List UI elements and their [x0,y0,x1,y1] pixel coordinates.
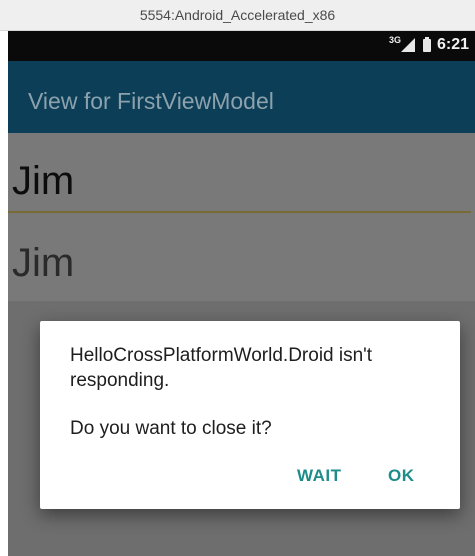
status-time: 6:21 [436,36,469,53]
edit-text-underline [8,211,471,213]
status-icons: 3G 6:21 [388,35,469,54]
emulator-screen: 3G 6:21 View for FirstViewModel Jim Jim … [8,31,475,556]
name-text-view: Jim [12,241,75,285]
dialog-question: Do you want to close it? [70,418,272,439]
battery-icon [422,36,431,52]
status-bar: 3G 6:21 [8,31,475,61]
signal-icon [400,38,415,52]
app-title: View for FirstViewModel [28,88,274,114]
window-titlebar: 5554:Android_Accelerated_x86 [0,0,475,31]
dialog-message: HelloCrossPlatformWorld.Droid isn't resp… [70,345,373,391]
name-edit-text[interactable]: Jim [12,157,475,209]
app-bar: View for FirstViewModel [8,61,475,133]
anr-dialog: HelloCrossPlatformWorld.Droid isn't resp… [40,321,460,509]
window-title: 5554:Android_Accelerated_x86 [139,7,336,23]
name-edit-text-value: Jim [12,159,75,203]
wait-button[interactable]: WAIT [297,466,342,486]
ok-button[interactable]: OK [388,466,415,486]
network-type-label: 3G [388,35,401,45]
